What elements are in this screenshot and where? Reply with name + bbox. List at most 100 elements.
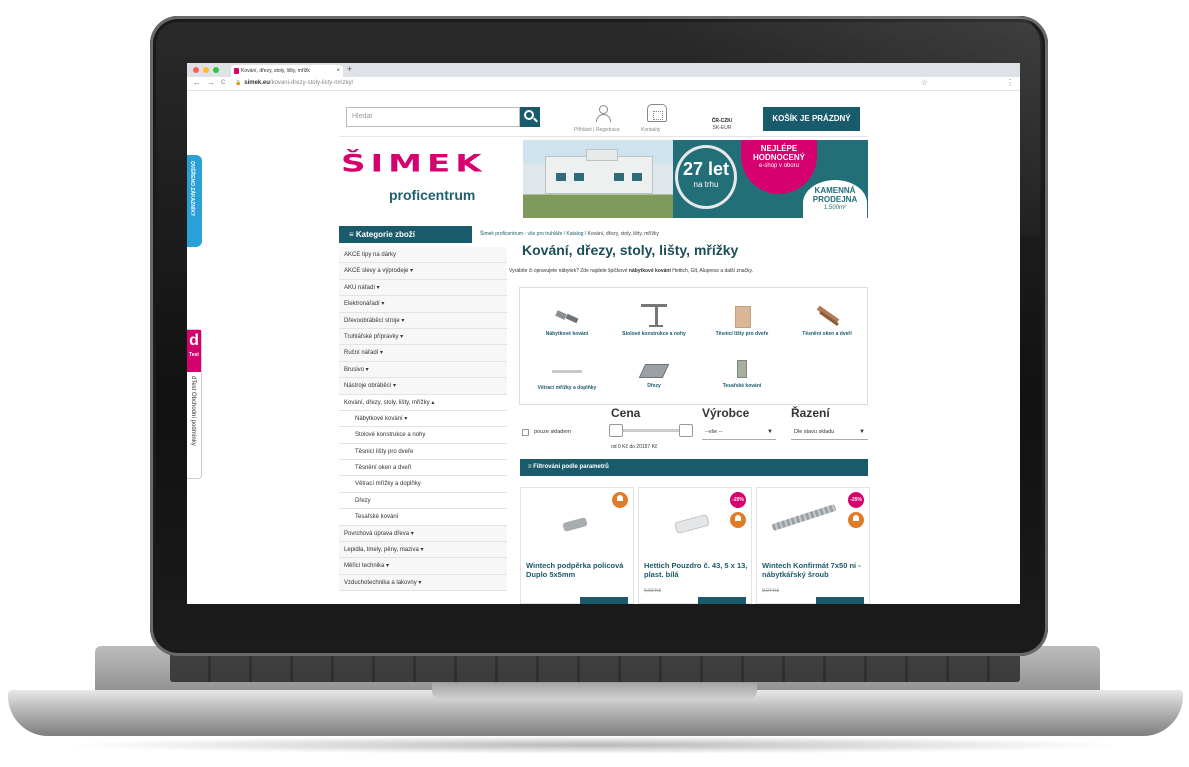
category-item[interactable]: AKU nářadí ▾	[339, 279, 507, 297]
in-stock-checkbox[interactable]	[522, 429, 529, 436]
favicon-icon	[234, 68, 239, 74]
subcategory-tile[interactable]: Tesařské kování	[707, 358, 777, 389]
subcategory-tile[interactable]: Těsnicí lišty pro dveře	[707, 306, 777, 337]
reload-icon[interactable]: C	[221, 80, 225, 86]
category-item[interactable]: Vzduchotechnika a lakovny ▾	[339, 574, 507, 592]
subcategory-item[interactable]: Větrací mřížky a doplňky	[339, 476, 507, 493]
cart-button[interactable]: KOŠÍK JE PRÁZDNÝ	[763, 107, 860, 131]
store-building-photo	[523, 140, 673, 218]
price-slider[interactable]	[609, 424, 693, 437]
breadcrumb-links[interactable]: Šimek proficentrum - vše pro truhláře / …	[480, 231, 588, 237]
phone-icon[interactable]	[647, 104, 667, 122]
category-item[interactable]: Nástroje obráběcí ▾	[339, 378, 507, 395]
intro-text-end: Hettich, Glt, Alupress a další značky.	[670, 268, 754, 274]
subcategory-tile[interactable]: Těsnění oken a dveří	[792, 305, 862, 337]
login-register-link[interactable]: Přihlásit | Registrace	[574, 127, 620, 133]
subcategory-tile[interactable]: Dřezy	[619, 358, 689, 389]
category-item[interactable]: Měřicí technika ▾	[339, 558, 507, 575]
add-to-cart-button[interactable]	[816, 597, 864, 604]
forward-icon[interactable]: →	[207, 78, 215, 87]
minimize-window-button[interactable]	[203, 67, 209, 73]
add-to-cart-button[interactable]	[580, 597, 628, 604]
browser-menu-icon[interactable]: ⋮	[1006, 78, 1014, 87]
product-card[interactable]: -25% Wintech Konfirmát 7x50 ni - nábytká…	[756, 487, 870, 604]
subcategory-item[interactable]: Nábytkové kování ▾	[339, 410, 507, 428]
subcategory-tile[interactable]: Nábytkové kování	[532, 306, 602, 337]
subcategory-item[interactable]: Tesařské kování	[339, 509, 507, 526]
active-tab[interactable]: Kování, dřezy, stoly, lišty, mřížk ×	[231, 65, 343, 77]
dtest-label: dTest Obchodní podmínky	[190, 376, 196, 446]
url-field[interactable]: 🔒 simek.eu/kovani-drezy-stoly-listy-mrizk…	[235, 80, 353, 86]
product-image[interactable]	[674, 513, 710, 535]
product-card[interactable]: -20% Hettich Pouzdro č. 43, 5 x 13, plas…	[638, 487, 752, 604]
contacts-link[interactable]: Kontakty	[641, 127, 660, 133]
in-stock-icon	[612, 492, 628, 508]
subcategory-item[interactable]: Dřezy	[339, 492, 507, 510]
product-name[interactable]: Hettich Pouzdro č. 43, 5 x 13, plast. bí…	[644, 561, 752, 579]
building-window	[556, 173, 566, 181]
category-item[interactable]: Povrchová úprava dřeva ▾	[339, 525, 507, 543]
product-image[interactable]	[771, 503, 837, 532]
product-card[interactable]: Wintech podpěrka policová Duplo 5x5mm	[520, 487, 634, 604]
currency-switch[interactable]: ČR-CZK/ SK-EUR	[707, 118, 737, 132]
window-controls	[193, 67, 219, 73]
product-name[interactable]: Wintech Konfirmát 7x50 ni - nábytkářský …	[762, 561, 870, 579]
in-stock-icon	[730, 512, 746, 528]
intro-link-furniture-hardware[interactable]: nábytkové kování	[629, 268, 671, 274]
carpentry-bracket-icon	[727, 358, 757, 380]
sort-select[interactable]: Dle stavu skladu ▼	[791, 424, 868, 440]
search-button[interactable]	[520, 107, 540, 127]
back-icon[interactable]: ←	[193, 78, 201, 87]
category-item[interactable]: AKCE slevy a výprodeje ▾	[339, 263, 507, 280]
lock-icon: 🔒	[235, 80, 242, 86]
category-menu-header[interactable]: ≡ Kategorie zboží	[339, 226, 472, 243]
building-window	[574, 173, 584, 181]
store-line-3: 1.500m²	[823, 205, 846, 211]
tab-title: Kování, dřezy, stoly, lišty, mřížk	[241, 68, 310, 74]
subcategory-label: Tesařské kování	[722, 383, 762, 389]
address-bar: ← → C 🔒 simek.eu/kovani-drezy-stoly-listy…	[187, 77, 1020, 91]
parameter-filter-toggle[interactable]: ≡ Filtrování podle parametrů	[520, 459, 868, 476]
close-window-button[interactable]	[193, 67, 199, 73]
category-item[interactable]: Lepidla, tmely, pěny, maziva ▾	[339, 542, 507, 559]
tab-bar: Kování, dřezy, stoly, lišty, mřížk × +	[187, 63, 1020, 77]
promo-banner[interactable]: 27 let na trhu NEJLÉPE HODNOCENÝ e-shop …	[523, 140, 868, 218]
category-item[interactable]: Brusivo ▾	[339, 361, 507, 379]
search-input[interactable]: Hledat	[346, 107, 520, 127]
store-line-2: PRODEJNA	[812, 195, 858, 204]
subcategory-tile[interactable]: Stolové konstrukce a nohy	[619, 302, 689, 337]
store-building	[545, 149, 653, 194]
category-item[interactable]: Ruční nářadí ▾	[339, 345, 507, 362]
site-logo[interactable]: ŠIMEK proficentrum	[341, 147, 482, 207]
product-image[interactable]	[562, 517, 588, 532]
browser-screen: Kování, dřezy, stoly, lišty, mřížk × + ←…	[187, 63, 1020, 604]
maximize-window-button[interactable]	[213, 67, 219, 73]
product-name[interactable]: Wintech podpěrka policová Duplo 5x5mm	[526, 561, 634, 579]
building-window	[632, 173, 642, 181]
category-item[interactable]: AKCE tipy na dárky	[339, 247, 507, 264]
years-label: na trhu	[693, 180, 719, 189]
dtest-tab[interactable]: d Test dTest Obchodní podmínky	[187, 329, 202, 479]
verified-by-customers-tab[interactable]: OVĚŘENO ZÁKAZNÍKY	[187, 155, 202, 247]
category-item[interactable]: Kování, dřezy, stoly, lišty, mřížky ▴	[339, 394, 507, 411]
subcategory-label: Dřezy	[647, 383, 661, 389]
price-min-handle[interactable]	[609, 424, 623, 437]
search-icon-handle	[533, 117, 538, 123]
category-item[interactable]: Truhlářské přípravky ▾	[339, 328, 507, 346]
verified-label: OVĚŘENO ZÁKAZNÍKY	[189, 161, 195, 217]
new-tab-button[interactable]: +	[347, 64, 352, 74]
category-item[interactable]: Elektronářadí ▾	[339, 296, 507, 313]
subcategory-item[interactable]: Těsnění oken a dveří	[339, 460, 507, 477]
building-window	[614, 173, 624, 181]
best-rated-line-3: e-shop v oboru	[758, 163, 800, 169]
bookmark-star-icon[interactable]: ☆	[921, 78, 928, 87]
category-item[interactable]: Dřevoobráběcí stroje ▾	[339, 312, 507, 329]
price-max-handle[interactable]	[679, 424, 693, 437]
add-to-cart-button[interactable]	[698, 597, 746, 604]
user-icon[interactable]	[595, 105, 611, 123]
producer-select[interactable]: --vše -- ▼	[702, 424, 776, 440]
subcategory-item[interactable]: Stolové konstrukce a nohy	[339, 427, 507, 444]
subcategory-item[interactable]: Těsnicí lišty pro dveře	[339, 443, 507, 461]
subcategory-tile[interactable]: Větrací mřížky a doplňky	[532, 360, 602, 391]
close-tab-icon[interactable]: ×	[336, 65, 340, 77]
